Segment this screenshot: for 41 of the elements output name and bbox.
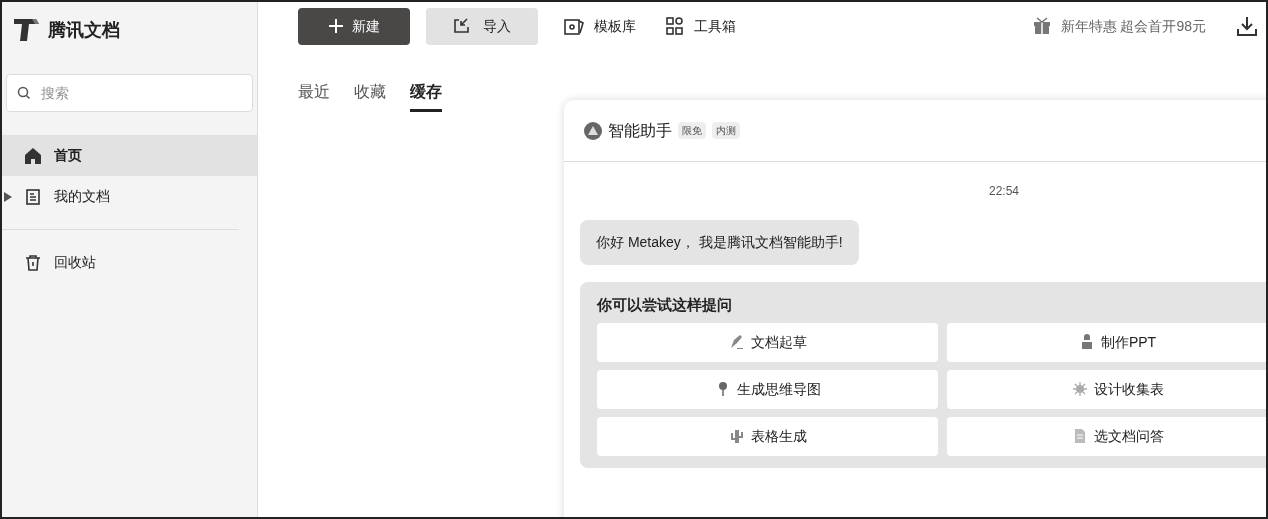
- badge: 内测: [712, 122, 740, 139]
- message-bubble: 你好 Metakey， 我是腾讯文档智能助手!: [580, 220, 859, 265]
- search-field[interactable]: 搜索: [6, 74, 253, 112]
- download-button[interactable]: [1236, 15, 1258, 37]
- trash-icon: [24, 253, 42, 272]
- import-icon: [453, 18, 471, 34]
- suggestion-button[interactable]: 选文档问答: [947, 416, 1266, 456]
- cactus-icon: [728, 428, 745, 444]
- suggestion-button[interactable]: 表格生成: [597, 416, 938, 456]
- suggestion-button[interactable]: 制作PPT: [947, 322, 1266, 362]
- tab[interactable]: 收藏: [354, 80, 386, 112]
- home-icon: [24, 146, 42, 165]
- sidebar-item[interactable]: 回收站: [2, 242, 239, 283]
- pen-icon: [728, 334, 745, 350]
- download-icon: [1237, 16, 1257, 36]
- grid-icon: [666, 17, 684, 35]
- import-button[interactable]: 导入: [426, 7, 538, 45]
- template-icon: [564, 17, 584, 35]
- promo-link[interactable]: 新年特惠 超会首开98元: [1032, 15, 1206, 37]
- suggestion-button[interactable]: 生成思维导图: [597, 369, 938, 409]
- suggestion-button[interactable]: 设计收集表: [947, 369, 1266, 409]
- sun-icon: [1071, 381, 1088, 397]
- new-button[interactable]: 新建: [298, 7, 410, 45]
- document-icon: [24, 187, 42, 206]
- suggestion-button[interactable]: 文档起草: [597, 322, 938, 362]
- toolbar-link[interactable]: 模板库: [564, 15, 636, 37]
- search-icon: [17, 86, 31, 100]
- suggestions-title: 你可以尝试这样提问: [597, 295, 733, 315]
- plus-icon: [328, 18, 344, 34]
- gift-icon: [1032, 17, 1051, 35]
- message-time: 22:54: [988, 183, 1020, 200]
- assistant-title: 智能助手: [608, 120, 672, 141]
- assistant-logo-icon: [584, 121, 602, 140]
- logo-icon: [12, 17, 40, 43]
- badge: 限免: [678, 122, 706, 139]
- sidebar-item[interactable]: 首页: [2, 135, 257, 176]
- tab[interactable]: 缓存: [410, 80, 442, 112]
- toolbar-link[interactable]: 工具箱: [666, 15, 736, 37]
- sidebar-item[interactable]: 我的文档: [2, 176, 257, 217]
- tab[interactable]: 最近: [298, 80, 330, 112]
- app-name: 腾讯文档: [48, 18, 120, 42]
